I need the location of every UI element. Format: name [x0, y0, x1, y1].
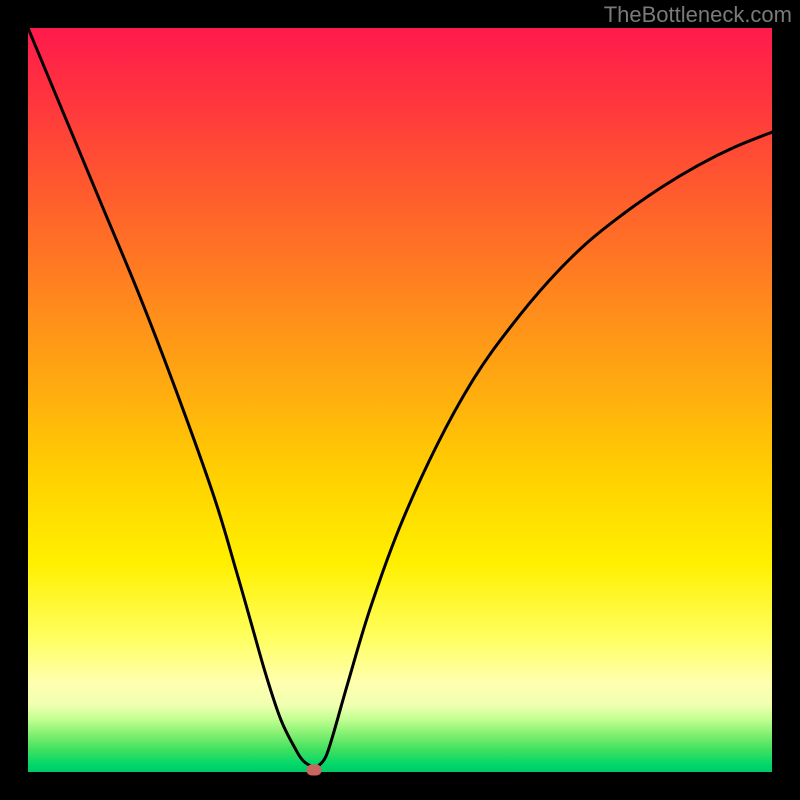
curve-svg — [28, 28, 772, 772]
bottleneck-marker — [307, 764, 322, 775]
plot-area — [28, 28, 772, 772]
bottleneck-curve — [28, 28, 772, 768]
chart-container: TheBottleneck.com — [0, 0, 800, 800]
watermark-text: TheBottleneck.com — [604, 2, 792, 28]
